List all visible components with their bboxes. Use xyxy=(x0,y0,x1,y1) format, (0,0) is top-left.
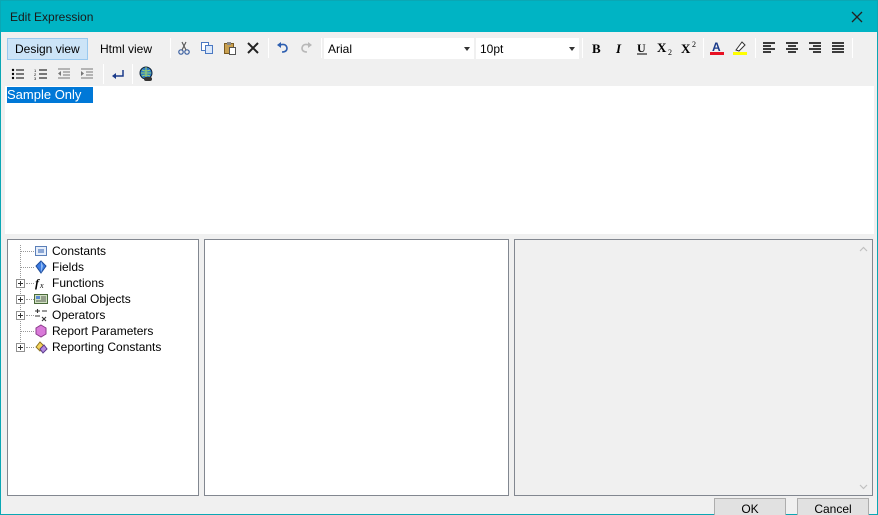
paste-icon[interactable] xyxy=(219,37,241,59)
toolbar-separator xyxy=(852,38,853,58)
vertical-scrollbar[interactable] xyxy=(855,240,872,495)
tree-item-operators[interactable]: Operators xyxy=(8,307,198,323)
highlight-icon[interactable] xyxy=(729,37,751,59)
bullet-list-icon[interactable] xyxy=(7,63,29,85)
align-center-icon[interactable] xyxy=(781,37,803,59)
tree-item-label: Fields xyxy=(52,260,85,274)
redo-icon[interactable] xyxy=(295,37,317,59)
formatting-toolbar: Design view Html view Arial 10pt B I U X… xyxy=(4,35,874,62)
constants-icon xyxy=(34,244,48,258)
svg-text:A: A xyxy=(712,40,721,54)
underline-icon[interactable]: U xyxy=(631,37,653,59)
description-pane xyxy=(514,239,873,496)
numbered-list-icon[interactable]: 123 xyxy=(30,63,52,85)
toolbar-separator xyxy=(582,38,583,58)
toolbar-separator xyxy=(703,38,704,58)
delete-icon[interactable] xyxy=(242,37,264,59)
tree-item-constants[interactable]: Constants xyxy=(8,243,198,259)
toolbar-separator xyxy=(268,38,269,58)
indent-icon[interactable] xyxy=(76,63,98,85)
svg-text:B: B xyxy=(592,41,601,55)
svg-text:x: x xyxy=(39,281,44,290)
toolbar-separator xyxy=(321,38,322,58)
subscript-icon[interactable]: X2 xyxy=(654,37,678,59)
toolbar-separator xyxy=(170,38,171,58)
expand-icon[interactable] xyxy=(16,343,25,352)
font-name-dropdown[interactable]: Arial xyxy=(324,38,474,59)
tree-item-functions[interactable]: fx Functions xyxy=(8,275,198,291)
close-icon[interactable] xyxy=(837,1,877,32)
svg-text:U: U xyxy=(637,41,646,55)
edit-expression-dialog: Edit Expression Design view Html view Ar… xyxy=(0,0,878,515)
window-title: Edit Expression xyxy=(10,10,94,24)
italic-icon[interactable]: I xyxy=(608,37,630,59)
chevron-down-icon xyxy=(569,47,575,51)
svg-text:2: 2 xyxy=(668,48,672,56)
tree-item-label: Global Objects xyxy=(52,292,131,306)
cancel-button[interactable]: Cancel xyxy=(797,498,869,515)
expression-editor[interactable]: Sample Only xyxy=(5,86,874,234)
svg-text:I: I xyxy=(615,41,622,55)
svg-text:X: X xyxy=(681,41,691,56)
tree-item-label: Constants xyxy=(52,244,107,258)
tree-item-report-parameters[interactable]: Report Parameters xyxy=(8,323,198,339)
expand-icon[interactable] xyxy=(16,295,25,304)
scroll-down-icon[interactable] xyxy=(855,478,872,495)
hyperlink-icon[interactable] xyxy=(135,63,157,85)
operators-icon xyxy=(34,308,48,322)
line-break-icon[interactable] xyxy=(107,63,129,85)
expand-icon[interactable] xyxy=(16,311,25,320)
outdent-icon[interactable] xyxy=(53,63,75,85)
expand-icon[interactable] xyxy=(16,279,25,288)
design-view-button[interactable]: Design view xyxy=(7,38,88,60)
bold-icon[interactable]: B xyxy=(585,37,607,59)
fields-icon xyxy=(34,260,48,274)
toolbar-separator xyxy=(132,64,133,84)
font-size-dropdown[interactable]: 10pt xyxy=(476,38,579,59)
scroll-up-icon[interactable] xyxy=(855,240,872,257)
tree-item-reporting-constants[interactable]: Reporting Constants xyxy=(8,339,198,355)
copy-icon[interactable] xyxy=(196,37,218,59)
align-right-icon[interactable] xyxy=(804,37,826,59)
tree-item-fields[interactable]: Fields xyxy=(8,259,198,275)
function-icon: fx xyxy=(34,276,48,290)
tree-item-label: Functions xyxy=(52,276,105,290)
tree-item-label: Operators xyxy=(52,308,106,322)
tree-item-global-objects[interactable]: Global Objects xyxy=(8,291,198,307)
svg-text:X: X xyxy=(657,40,667,55)
category-tree[interactable]: Constants Fields fx Functions Global Obj… xyxy=(7,239,199,496)
undo-icon[interactable] xyxy=(272,37,294,59)
title-bar: Edit Expression xyxy=(1,1,877,32)
list-toolbar: 123 xyxy=(4,63,874,85)
chevron-down-icon xyxy=(464,47,470,51)
items-list[interactable] xyxy=(204,239,509,496)
font-color-icon[interactable]: A xyxy=(706,37,728,59)
cut-icon[interactable] xyxy=(173,37,195,59)
font-name-value: Arial xyxy=(328,42,353,56)
toolbar-separator xyxy=(103,64,104,84)
html-view-button[interactable]: Html view xyxy=(92,38,160,60)
reporting-constants-icon xyxy=(34,340,48,354)
tree-item-label: Report Parameters xyxy=(52,324,154,338)
selected-text[interactable]: Sample Only xyxy=(7,87,94,103)
global-objects-icon xyxy=(34,292,48,306)
svg-text:2: 2 xyxy=(692,40,696,49)
font-size-value: 10pt xyxy=(480,42,504,56)
toolbar-separator xyxy=(755,38,756,58)
superscript-icon[interactable]: X2 xyxy=(678,37,702,59)
report-parameters-icon xyxy=(34,324,48,338)
align-left-icon[interactable] xyxy=(758,37,780,59)
ok-button[interactable]: OK xyxy=(714,498,786,515)
tree-item-label: Reporting Constants xyxy=(52,340,162,354)
justify-icon[interactable] xyxy=(827,37,849,59)
svg-text:3: 3 xyxy=(34,76,37,80)
